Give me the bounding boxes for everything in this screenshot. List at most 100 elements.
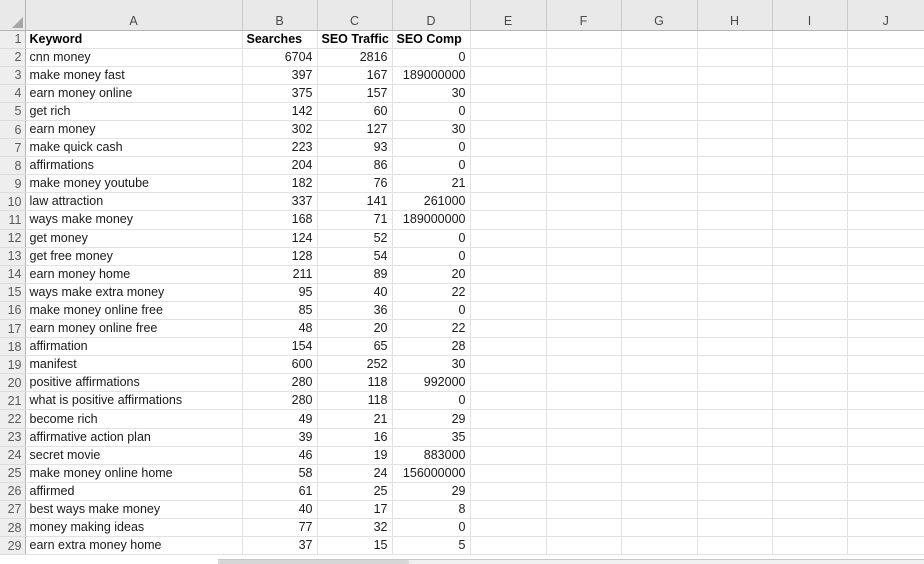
empty-cell-j25[interactable]: [847, 464, 924, 483]
empty-cell-h19[interactable]: [697, 355, 773, 375]
row-header-22[interactable]: 22: [0, 409, 26, 429]
empty-cell-h18[interactable]: [697, 337, 773, 357]
cell-searches-14[interactable]: 211: [242, 265, 318, 284]
cell-searches-15[interactable]: 95: [242, 283, 318, 302]
cell-keyword-19[interactable]: manifest: [25, 355, 243, 375]
cell-searches-7[interactable]: 223: [242, 138, 318, 158]
cell-seo-traffic-23[interactable]: 16: [317, 428, 393, 447]
empty-cell-j10[interactable]: [847, 192, 924, 212]
row-header-8[interactable]: 8: [0, 156, 26, 176]
empty-cell-g10[interactable]: [621, 192, 698, 212]
empty-cell-i15[interactable]: [772, 283, 848, 302]
empty-cell-h25[interactable]: [697, 464, 773, 483]
empty-cell-f8[interactable]: [546, 156, 622, 176]
cell-searches-29[interactable]: 37: [242, 536, 318, 556]
empty-cell-f14[interactable]: [546, 265, 622, 284]
cell-seo-traffic-3[interactable]: 167: [317, 66, 393, 85]
empty-cell-h2[interactable]: [697, 48, 773, 67]
empty-cell-g12[interactable]: [621, 229, 698, 248]
cell-seo-traffic-6[interactable]: 127: [317, 120, 393, 140]
cell-seo-traffic-7[interactable]: 93: [317, 138, 393, 158]
empty-cell-f24[interactable]: [546, 446, 622, 465]
empty-cell-j21[interactable]: [847, 391, 924, 411]
empty-cell-i18[interactable]: [772, 337, 848, 357]
empty-cell-j6[interactable]: [847, 120, 924, 140]
empty-cell-i4[interactable]: [772, 84, 848, 103]
empty-cell-j23[interactable]: [847, 428, 924, 447]
empty-cell-i10[interactable]: [772, 192, 848, 212]
cell-seo-comp-23[interactable]: 35: [392, 428, 471, 447]
cell-searches-13[interactable]: 128: [242, 247, 318, 266]
empty-cell-h16[interactable]: [697, 301, 773, 321]
empty-cell-f1[interactable]: [546, 30, 622, 49]
empty-cell-g17[interactable]: [621, 319, 698, 339]
cell-keyword-6[interactable]: earn money: [25, 120, 243, 140]
cell-seo-traffic-4[interactable]: 157: [317, 84, 393, 103]
column-title-searches[interactable]: Searches: [242, 30, 318, 49]
cell-searches-6[interactable]: 302: [242, 120, 318, 140]
row-header-27[interactable]: 27: [0, 500, 26, 520]
empty-cell-f10[interactable]: [546, 192, 622, 212]
row-header-18[interactable]: 18: [0, 337, 26, 357]
cell-searches-8[interactable]: 204: [242, 156, 318, 176]
empty-cell-i1[interactable]: [772, 30, 848, 49]
cell-seo-comp-21[interactable]: 0: [392, 391, 471, 411]
empty-cell-e17[interactable]: [470, 319, 547, 339]
empty-cell-j29[interactable]: [847, 536, 924, 556]
cell-searches-2[interactable]: 6704: [242, 48, 318, 67]
cell-seo-traffic-26[interactable]: 25: [317, 482, 393, 501]
row-header-12[interactable]: 12: [0, 229, 26, 248]
row-header-23[interactable]: 23: [0, 428, 26, 447]
cell-keyword-28[interactable]: money making ideas: [25, 518, 243, 538]
empty-cell-e15[interactable]: [470, 283, 547, 302]
cell-keyword-14[interactable]: earn money home: [25, 265, 243, 284]
cell-keyword-15[interactable]: ways make extra money: [25, 283, 243, 302]
empty-cell-j4[interactable]: [847, 84, 924, 103]
cell-keyword-25[interactable]: make money online home: [25, 464, 243, 483]
row-header-24[interactable]: 24: [0, 446, 26, 465]
row-header-21[interactable]: 21: [0, 391, 26, 411]
empty-cell-h1[interactable]: [697, 30, 773, 49]
empty-cell-j14[interactable]: [847, 265, 924, 284]
cell-keyword-5[interactable]: get rich: [25, 102, 243, 121]
empty-cell-i26[interactable]: [772, 482, 848, 501]
cell-seo-traffic-29[interactable]: 15: [317, 536, 393, 556]
empty-cell-f2[interactable]: [546, 48, 622, 67]
empty-cell-f7[interactable]: [546, 138, 622, 158]
empty-cell-i16[interactable]: [772, 301, 848, 321]
empty-cell-g4[interactable]: [621, 84, 698, 103]
empty-cell-h21[interactable]: [697, 391, 773, 411]
empty-cell-e13[interactable]: [470, 247, 547, 266]
cell-searches-21[interactable]: 280: [242, 391, 318, 411]
empty-cell-i21[interactable]: [772, 391, 848, 411]
empty-cell-e14[interactable]: [470, 265, 547, 284]
empty-cell-h10[interactable]: [697, 192, 773, 212]
empty-cell-i8[interactable]: [772, 156, 848, 176]
cell-seo-comp-11[interactable]: 189000000: [392, 210, 471, 230]
empty-cell-e24[interactable]: [470, 446, 547, 465]
cell-seo-comp-26[interactable]: 29: [392, 482, 471, 501]
column-header-b[interactable]: B: [242, 0, 318, 31]
empty-cell-h20[interactable]: [697, 373, 773, 393]
cell-keyword-8[interactable]: affirmations: [25, 156, 243, 176]
column-header-h[interactable]: H: [697, 0, 773, 31]
empty-cell-f26[interactable]: [546, 482, 622, 501]
empty-cell-h5[interactable]: [697, 102, 773, 121]
empty-cell-e26[interactable]: [470, 482, 547, 501]
cell-seo-comp-3[interactable]: 189000000: [392, 66, 471, 85]
row-header-5[interactable]: 5: [0, 102, 26, 121]
empty-cell-e22[interactable]: [470, 409, 547, 429]
empty-cell-j3[interactable]: [847, 66, 924, 85]
empty-cell-e28[interactable]: [470, 518, 547, 538]
cell-keyword-13[interactable]: get free money: [25, 247, 243, 266]
row-header-17[interactable]: 17: [0, 319, 26, 339]
empty-cell-j19[interactable]: [847, 355, 924, 375]
empty-cell-f13[interactable]: [546, 247, 622, 266]
cell-keyword-26[interactable]: affirmed: [25, 482, 243, 501]
row-header-16[interactable]: 16: [0, 301, 26, 321]
empty-cell-i27[interactable]: [772, 500, 848, 520]
empty-cell-g21[interactable]: [621, 391, 698, 411]
empty-cell-h3[interactable]: [697, 66, 773, 85]
empty-cell-i11[interactable]: [772, 210, 848, 230]
empty-cell-j26[interactable]: [847, 482, 924, 501]
